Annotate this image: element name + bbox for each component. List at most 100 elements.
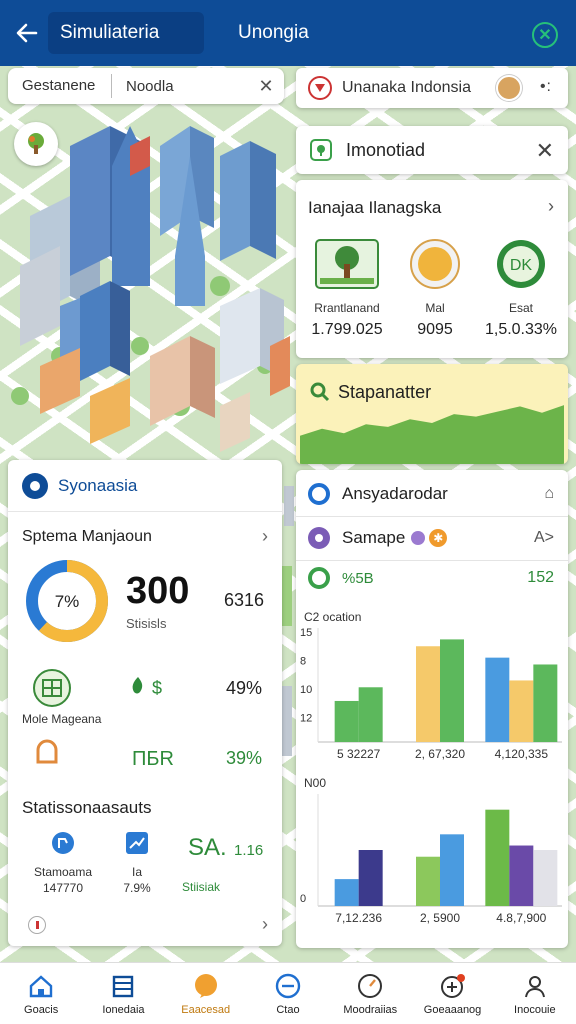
x-tick-label: 5 32227 [337, 747, 381, 761]
chat-icon [275, 973, 301, 998]
big-number: 300 [126, 570, 190, 612]
nav-chat[interactable]: Ctao [247, 963, 329, 1024]
search-input[interactable]: Noodla [112, 78, 248, 95]
y-tick-label: 8 [300, 656, 306, 668]
big-sa-side: 1.16 [234, 842, 264, 859]
area-fill [300, 405, 564, 464]
sa-label: Stiisiak [182, 880, 221, 894]
nav-label: Ctao [276, 1003, 300, 1016]
bar [440, 834, 464, 906]
right-panel: Ansyadarodar ⌂ Samape ✱ A> %5B 152 C2 oc… [296, 470, 568, 948]
tree-tag-icon [310, 139, 332, 161]
statistics-card[interactable]: Stapanatter [296, 364, 568, 464]
management-item-value: 9095 [417, 321, 453, 338]
search-scope[interactable]: Gestanene [8, 74, 112, 98]
right-row-tail[interactable]: A> [534, 529, 554, 547]
location-card[interactable]: Unanaka Indonsia •: [296, 68, 568, 108]
bar [485, 657, 510, 742]
chart-2-svg: 7,12.236 2, 5900 4.8,7,900 0 [300, 794, 562, 925]
purple-chip-icon [411, 531, 426, 545]
x-tick-label: 7,12.236 [335, 911, 382, 925]
stat-row[interactable]: ПБR 39% [22, 738, 272, 778]
nav-profile[interactable]: Inocouie [494, 963, 576, 1024]
stat-row[interactable]: $ 49% Mole Mageana [22, 668, 272, 726]
bar [358, 687, 383, 742]
nav-buildings[interactable]: Ionedaia [82, 963, 164, 1024]
bar [509, 845, 534, 906]
y-tick-label: 12 [300, 713, 312, 725]
nav-label: Moodraiias [343, 1003, 398, 1016]
close-circle-icon[interactable]: ✕ [532, 22, 558, 48]
nav-active[interactable]: Eaacesad [165, 963, 247, 1024]
sun-icon [410, 239, 460, 289]
bar-chart-1: C2 ocation 5 32227 2, 67,320 4,120,335 15 8 1… [296, 606, 568, 766]
chevron-right-icon[interactable]: › [262, 914, 268, 935]
more-dots-icon[interactable]: •: [540, 78, 552, 96]
chevron-right-icon[interactable]: › [548, 196, 554, 217]
clear-search-icon[interactable]: ✕ [248, 76, 284, 97]
nav-label: Eaacesad [181, 1003, 231, 1016]
nav-add[interactable]: Goeaaanog [411, 963, 493, 1024]
bar [334, 700, 359, 742]
info-dot-icon[interactable] [28, 916, 46, 934]
chevron-right-icon[interactable]: › [262, 526, 268, 547]
management-item-label: Esat [508, 301, 533, 315]
bar [416, 646, 440, 742]
nav-label: Goacis [24, 1003, 59, 1016]
x-tick-label: 2, 5900 [420, 911, 460, 925]
search-bar[interactable]: Gestanene Noodla ✕ [8, 68, 284, 104]
bar [485, 809, 510, 906]
close-icon[interactable]: ✕ [536, 138, 554, 164]
management-card[interactable]: Ianajaa Ilanagska › Rrantlanand 1.799.02… [296, 180, 568, 358]
bar-chart-2: N00 7,12.236 2, 5900 4.8,7,900 0 [296, 774, 568, 938]
left-summary-card: Syonaasia Sptema Manjaoun › 7% 300 Stisi… [8, 460, 282, 946]
management-item[interactable]: Mal 9095 [392, 238, 478, 339]
bar [440, 639, 464, 742]
home-outline-icon[interactable]: ⌂ [544, 485, 554, 503]
management-item[interactable]: DK Esat 1,5.0.33% [478, 238, 564, 339]
add-alert-icon [440, 973, 465, 998]
tree-icon [28, 133, 44, 154]
leaf-icon [132, 677, 143, 694]
right-row[interactable]: Samape ✱ A> [296, 516, 568, 560]
big-number-label: Stisisls [126, 616, 167, 631]
map-book-icon [33, 669, 71, 707]
donut-label: 7% [55, 592, 80, 611]
right-row[interactable]: %5B 152 [296, 556, 568, 600]
app-title[interactable]: Simuliateria [48, 12, 204, 54]
stat-row-pct: 39% [225, 748, 262, 768]
stats-item-name: Ia [131, 865, 142, 879]
donut-chart: 7% [26, 560, 108, 642]
y-tick-label: 0 [300, 893, 306, 905]
tree-icon [315, 239, 379, 289]
person-icon [524, 975, 545, 997]
nav-monitor[interactable]: Moodraiias [329, 963, 411, 1024]
left-card-title: Syonaasia [58, 475, 138, 495]
gauge-icon [358, 973, 383, 998]
tree-layer-button[interactable] [14, 122, 58, 166]
home-icon [29, 974, 53, 997]
left-card-header[interactable]: Syonaasia [8, 460, 282, 512]
badge-text: DK [510, 257, 533, 274]
bar [334, 879, 359, 906]
info-card[interactable]: Imonotiad ✕ [296, 126, 568, 174]
avatar[interactable] [496, 75, 522, 101]
y-tick-label: 15 [300, 627, 312, 639]
x-tick-label: 4.8,7,900 [496, 911, 546, 925]
page-title: Unongia [238, 22, 309, 43]
back-arrow-icon[interactable] [14, 20, 40, 46]
nav-home[interactable]: Goacis [0, 963, 82, 1024]
bar [416, 856, 440, 906]
right-row[interactable]: Ansyadarodar ⌂ [296, 472, 568, 516]
chart-title: C2 ocation [304, 610, 362, 624]
stat-row-mid: $ [152, 678, 163, 698]
search-leaf-icon [310, 382, 330, 402]
right-row-label: Samape [342, 528, 406, 547]
stats-item[interactable]: Ia 7.9% [92, 830, 182, 895]
purple-dot-icon [308, 527, 330, 549]
bar [509, 680, 534, 742]
management-item[interactable]: Rrantlanand 1.799.025 [304, 238, 390, 339]
bar [533, 850, 558, 906]
bar [533, 664, 558, 742]
location-label: Unanaka Indonsia [342, 79, 471, 96]
